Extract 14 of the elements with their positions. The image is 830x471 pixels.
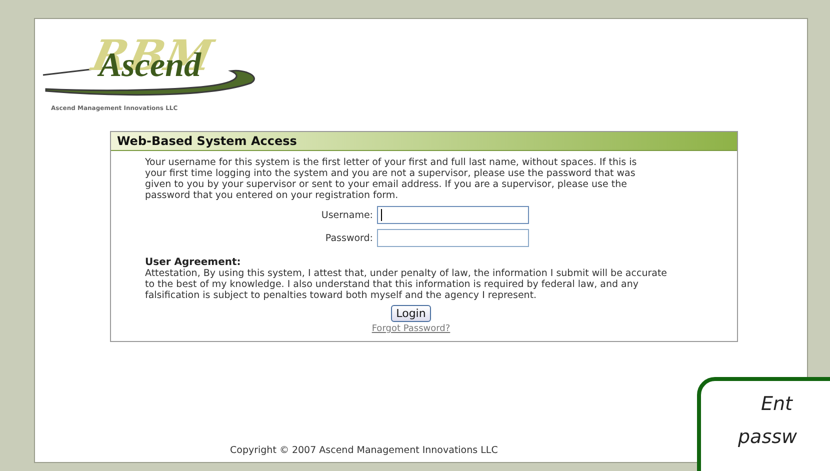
callout-text: passw <box>738 426 798 448</box>
login-button[interactable]: Login <box>391 305 431 322</box>
input-field[interactable] <box>377 206 529 224</box>
forgot-password-link[interactable]: Forgot Password? <box>372 324 450 335</box>
instructions-text: Your username for this system is the first letter of your first and full last name, without spaces. If this is your first time logging into the system and you are not a supervisor, please use the password that was given to you by your supervisor or sent to your email address. If you are a supervisor, please use the password that you entered on your registration form. <box>145 157 638 201</box>
panel-title: Web-Based System Access <box>117 134 297 148</box>
field-label: Password: <box>324 232 373 244</box>
callout-text: Ent <box>761 393 792 415</box>
text-cursor <box>381 209 382 221</box>
input-field[interactable] <box>377 229 529 247</box>
agreement-text: Attestation, By using this system, I attest that, under penalty of law, the information I submit will be accurate to the best of my knowledge. I also understand that this information is required by federal law, and any falsification is subject to penalties toward both myself and the agency I represent. <box>145 268 668 301</box>
copyright-text: Copyright © 2007 Ascend Management Innovations LLC <box>230 445 499 456</box>
agreement-heading: User Agreement: <box>145 257 242 268</box>
field-label: Username: <box>320 210 373 220</box>
